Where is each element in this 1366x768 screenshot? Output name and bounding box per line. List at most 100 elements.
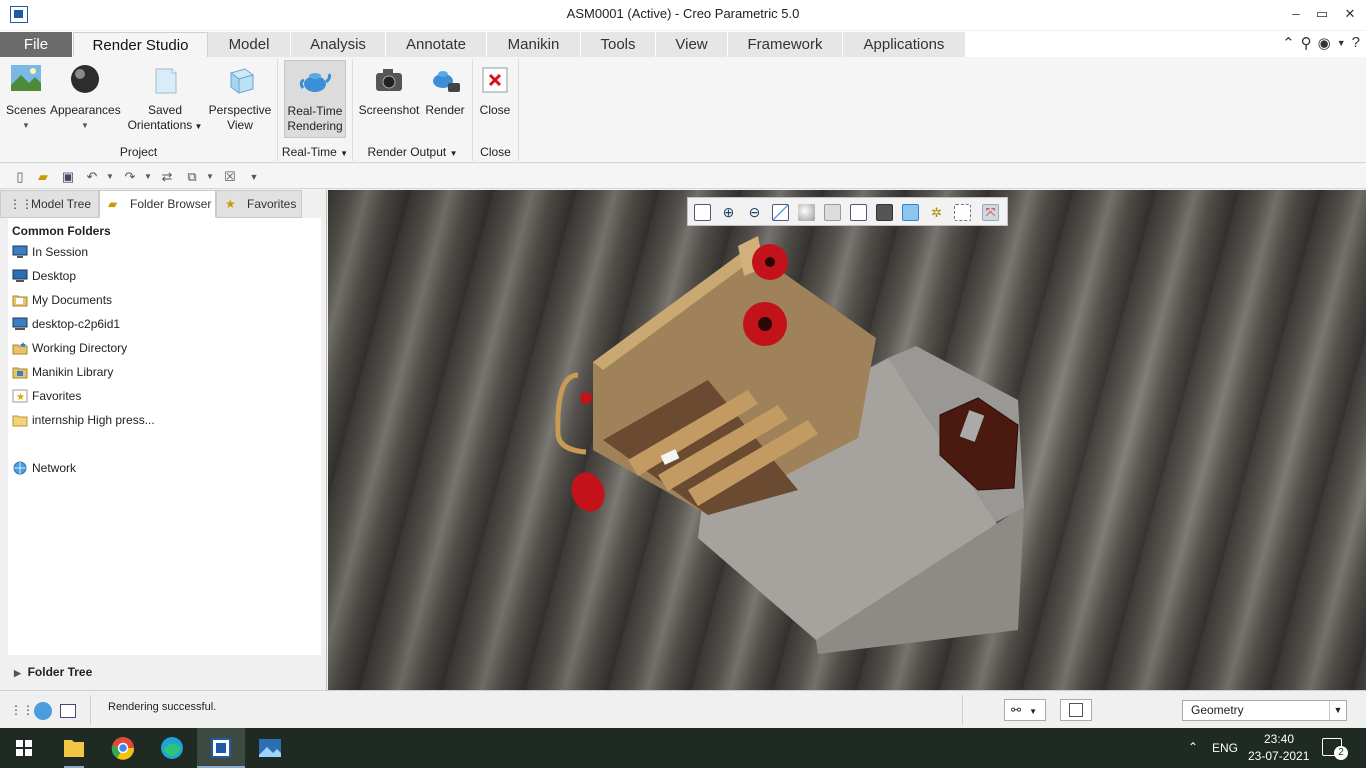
restore-button[interactable]: ▭: [1310, 4, 1334, 24]
clock-date[interactable]: 23-07-2021: [1248, 749, 1309, 763]
folder-internship[interactable]: internship High press...: [12, 411, 155, 429]
refit-icon[interactable]: [694, 204, 711, 221]
desktop-icon: [12, 269, 28, 282]
windows-taskbar: ⌃ ENG 23:40 23-07-2021 2: [0, 728, 1366, 768]
tab-file[interactable]: File: [0, 32, 73, 57]
quick-access-toolbar: ▯ ▰ ▣ ↶ ▼ ↷ ▼ ⇄ ⧉ ▼ ☒ ▼: [0, 164, 1366, 189]
windows-icon[interactable]: ⧉: [184, 169, 200, 185]
tab-applications[interactable]: Applications: [843, 32, 966, 57]
folder-computer[interactable]: desktop-c2p6id1: [12, 315, 120, 333]
appearances-button[interactable]: Appearances ▼: [50, 63, 121, 133]
tab-render-studio[interactable]: Render Studio: [73, 32, 208, 57]
show-hidden-icons-icon[interactable]: ⌃: [1188, 740, 1198, 754]
saved-views-icon[interactable]: [850, 204, 867, 221]
display-style-icon[interactable]: [798, 204, 815, 221]
full-screen-icon[interactable]: [60, 704, 76, 718]
file-explorer-icon: [64, 740, 84, 757]
scenes-button[interactable]: Scenes ▼: [6, 63, 46, 133]
title-bar: ASM0001 (Active) - Creo Parametric 5.0 –…: [0, 0, 1366, 30]
documents-icon: [12, 295, 28, 307]
tab-analysis[interactable]: Analysis: [291, 32, 386, 57]
redo-icon[interactable]: ↷: [122, 169, 138, 185]
rt-label-line1: Real-Time: [287, 104, 343, 118]
folder-manikin-library[interactable]: Manikin Library: [12, 363, 113, 381]
screenshot-button[interactable]: Screenshot: [357, 63, 421, 118]
working-folder-icon: [12, 342, 28, 355]
collapse-ribbon-icon[interactable]: ⌃: [1282, 34, 1295, 54]
windows-dropdown-icon[interactable]: ▼: [202, 169, 218, 185]
dropdown-icon[interactable]: ▼: [1337, 34, 1346, 54]
section-icon[interactable]: [876, 204, 893, 221]
undo-dropdown-icon[interactable]: ▼: [102, 169, 118, 185]
folder-working-directory[interactable]: Working Directory: [12, 339, 127, 357]
folder-desktop[interactable]: Desktop: [12, 267, 76, 285]
edge-button[interactable]: [148, 728, 196, 768]
language-indicator[interactable]: ENG: [1212, 741, 1238, 755]
zoom-out-icon[interactable]: ⊖: [746, 204, 763, 221]
appearances-icon: [71, 65, 99, 93]
folder-my-documents[interactable]: My Documents: [12, 291, 112, 309]
flange-middle-bore: [758, 317, 772, 331]
selection-filter-button[interactable]: [1060, 699, 1092, 721]
tab-folder-browser[interactable]: ▰ Folder Browser: [99, 190, 216, 218]
find-dropdown-icon: ▼: [1029, 707, 1037, 716]
photos-button[interactable]: [246, 728, 294, 768]
group-realtime[interactable]: Real-Time ▼: [278, 145, 352, 159]
status-message: Rendering successful.: [108, 701, 217, 713]
new-file-icon[interactable]: ▯: [12, 169, 28, 185]
folder-tree-toggle[interactable]: ▶ Folder Tree: [0, 660, 327, 684]
creo-icon: [211, 738, 231, 758]
spin-center-icon[interactable]: ⤧: [982, 204, 999, 221]
repaint-icon[interactable]: [772, 204, 789, 221]
file-explorer-button[interactable]: [50, 728, 98, 768]
perspective-view-button[interactable]: Perspective View: [206, 63, 274, 133]
selection-filter-select[interactable]: Geometry ▼: [1182, 700, 1347, 721]
folder-in-session[interactable]: In Session: [12, 243, 88, 261]
tab-framework[interactable]: Framework: [728, 32, 843, 57]
view-manager-icon[interactable]: [824, 204, 841, 221]
perspective-icon[interactable]: [902, 204, 919, 221]
redo-dropdown-icon[interactable]: ▼: [140, 169, 156, 185]
tab-model[interactable]: Model: [208, 32, 291, 57]
chrome-button[interactable]: [99, 728, 147, 768]
assembly-3d-model[interactable]: [328, 190, 1366, 690]
search-icon[interactable]: ⚲: [1301, 34, 1312, 54]
perspective-label-line1: Perspective: [208, 103, 272, 117]
creo-taskbar-button[interactable]: [197, 728, 245, 768]
tab-tools[interactable]: Tools: [581, 32, 656, 57]
find-button[interactable]: ⚯ ▼: [1004, 699, 1046, 721]
start-button[interactable]: [0, 728, 48, 768]
scenes-icon: [11, 65, 41, 91]
annotation-display-icon[interactable]: [954, 204, 971, 221]
community-icon[interactable]: ◉: [1318, 34, 1331, 54]
navigator-toggle-icon[interactable]: ⋮⋮: [10, 703, 34, 719]
undo-icon[interactable]: ↶: [84, 169, 100, 185]
close-render-button[interactable]: Close: [476, 63, 514, 118]
saved-orientations-button[interactable]: Saved Orientations ▼: [125, 63, 205, 134]
selection-icon: [1069, 703, 1083, 717]
graphics-viewport[interactable]: ⊕ ⊖ ✲ ⤧: [328, 190, 1366, 690]
customize-toolbar-icon[interactable]: ▼: [246, 169, 262, 185]
tab-manikin[interactable]: Manikin: [487, 32, 581, 57]
datum-display-icon[interactable]: ✲: [928, 204, 945, 221]
tab-model-tree[interactable]: ⋮⋮ Model Tree: [0, 190, 99, 218]
group-render-output[interactable]: Render Output ▼: [353, 145, 472, 159]
regenerate-icon[interactable]: ⇄: [159, 169, 175, 185]
clock-time[interactable]: 23:40: [1264, 732, 1294, 746]
save-icon[interactable]: ▣: [60, 169, 76, 185]
close-window-button[interactable]: ✕: [1338, 4, 1362, 24]
close-window-icon[interactable]: ☒: [222, 169, 238, 185]
browser-toggle-icon[interactable]: [34, 702, 52, 720]
real-time-rendering-button[interactable]: Real-Time Rendering: [284, 60, 346, 138]
render-button[interactable]: Render: [423, 63, 467, 118]
minimize-button[interactable]: –: [1284, 4, 1308, 24]
ribbon-tabs: File Render Studio Model Analysis Annota…: [0, 31, 1366, 57]
open-folder-icon[interactable]: ▰: [35, 169, 51, 185]
zoom-in-icon[interactable]: ⊕: [720, 204, 737, 221]
help-icon[interactable]: ?: [1352, 34, 1360, 54]
folder-network[interactable]: Network: [12, 459, 76, 477]
tab-view[interactable]: View: [656, 32, 728, 57]
folder-favorites[interactable]: ★ Favorites: [12, 387, 81, 405]
tab-annotate[interactable]: Annotate: [386, 32, 487, 57]
tab-favorites[interactable]: ★ Favorites: [216, 190, 302, 218]
